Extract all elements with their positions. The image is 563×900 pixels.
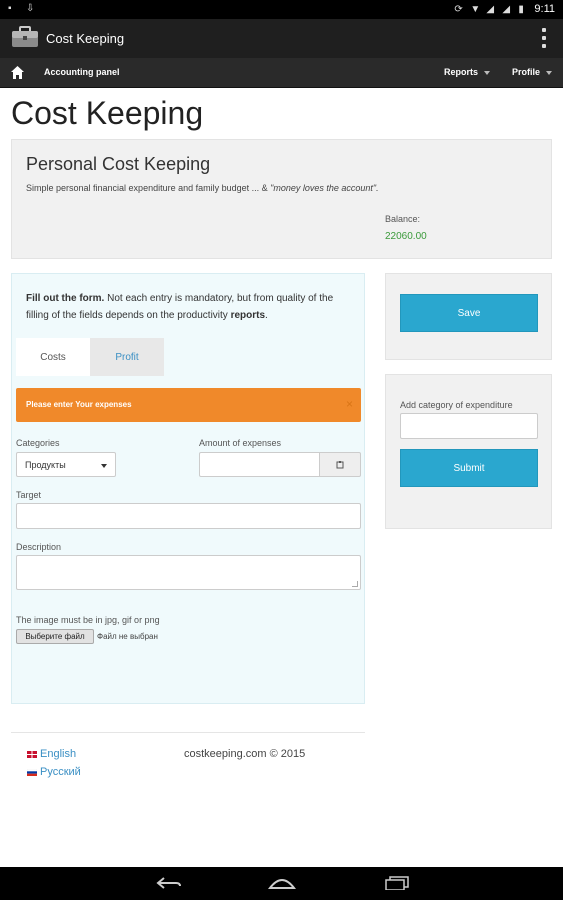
signal-icon: ◢ xyxy=(486,3,495,15)
chevron-down-icon xyxy=(484,70,491,75)
expense-form-panel: Fill out the form. Not each entry is man… xyxy=(11,273,365,704)
jumbotron-subtitle: Simple personal financial expenditure an… xyxy=(26,183,379,193)
russia-flag-icon xyxy=(27,768,37,776)
recents-icon[interactable] xyxy=(384,876,410,890)
nav-profile-dropdown[interactable]: Profile xyxy=(512,67,553,77)
nav-reports-dropdown[interactable]: Reports xyxy=(444,67,491,77)
save-panel: Save xyxy=(385,273,552,360)
intro-end: . xyxy=(265,310,268,321)
chevron-down-icon xyxy=(101,464,107,468)
back-icon[interactable] xyxy=(156,876,182,890)
signal-icon-2: ◢ xyxy=(502,3,511,15)
alert-banner: Please enter Your expenses × xyxy=(16,388,361,422)
clock: 9:11 xyxy=(534,3,555,15)
page-title: Cost Keeping xyxy=(11,95,204,131)
app-title: Cost Keeping xyxy=(46,31,125,46)
image-hint: The image must be in jpg, gif or png xyxy=(16,615,160,625)
intro-bold: Fill out the form. xyxy=(26,293,105,304)
alert-message: Please enter Your expenses xyxy=(26,400,132,409)
nav-reports-label: Reports xyxy=(444,67,479,77)
status-bar: ▪ ⇩ ⟳ ▼ ◢ ◢ ▮ 9:11 xyxy=(0,0,563,19)
tab-costs[interactable]: Costs xyxy=(16,338,90,376)
category-select[interactable]: Продукты xyxy=(16,452,116,477)
category-selected-value: Продукты xyxy=(25,460,66,470)
resize-handle-icon[interactable] xyxy=(352,581,358,587)
balance-value: 22060.00 xyxy=(385,231,427,242)
jumbotron-title: Personal Cost Keeping xyxy=(26,154,211,174)
nav-profile-label: Profile xyxy=(512,67,541,77)
submit-button[interactable]: Submit xyxy=(400,449,538,487)
briefcase-icon xyxy=(12,26,38,47)
language-russian[interactable]: Русский xyxy=(27,766,81,778)
choose-file-button[interactable]: Выберите файл xyxy=(16,629,94,644)
categories-label: Categories xyxy=(16,438,60,448)
language-english-label: English xyxy=(40,748,77,760)
footer-divider xyxy=(11,732,365,733)
save-button[interactable]: Save xyxy=(400,294,538,332)
file-status: Файл не выбран xyxy=(97,632,158,641)
system-nav-bar xyxy=(0,867,563,900)
amount-addon[interactable] xyxy=(319,452,361,477)
close-icon[interactable]: × xyxy=(346,397,353,411)
notification-icon: ▪ xyxy=(8,3,12,14)
description-label: Description xyxy=(16,542,62,552)
target-input[interactable] xyxy=(16,503,361,529)
language-english[interactable]: English xyxy=(27,748,76,760)
copyright: costkeeping.com © 2015 xyxy=(184,748,306,760)
refresh-icon xyxy=(336,460,344,468)
subtitle-text: Simple personal financial expenditure an… xyxy=(26,183,271,193)
amount-label: Amount of expenses xyxy=(199,438,282,448)
subtitle-quote: "money loves the account". xyxy=(270,183,379,193)
wifi-icon: ▼ xyxy=(470,3,481,15)
battery-icon: ▮ xyxy=(518,3,524,15)
home-button-icon[interactable] xyxy=(268,876,296,890)
amount-input[interactable] xyxy=(199,452,320,477)
tab-profit[interactable]: Profit xyxy=(90,338,164,376)
target-label: Target xyxy=(16,490,42,500)
home-icon[interactable] xyxy=(10,65,25,80)
balance-label: Balance: xyxy=(385,214,421,224)
language-russian-label: Русский xyxy=(40,766,81,778)
chevron-down-icon xyxy=(546,70,553,75)
form-tabs: Costs Profit xyxy=(16,338,164,376)
sync-icon: ⟳ xyxy=(454,3,463,15)
nav-accounting-panel[interactable]: Accounting panel xyxy=(44,67,120,77)
category-name-input[interactable] xyxy=(400,413,538,439)
form-intro: Fill out the form. Not each entry is man… xyxy=(26,290,356,324)
add-category-label: Add category of expenditure xyxy=(400,400,513,410)
description-textarea[interactable] xyxy=(16,555,361,590)
navbar: Accounting panel Reports Profile xyxy=(0,58,563,88)
action-bar: Cost Keeping xyxy=(0,19,563,58)
download-icon: ⇩ xyxy=(26,3,35,14)
add-category-panel: Add category of expenditure Submit xyxy=(385,374,552,529)
uk-flag-icon xyxy=(27,750,37,758)
overflow-menu-icon[interactable] xyxy=(541,28,547,48)
intro-jumbotron: Personal Cost Keeping Simple personal fi… xyxy=(11,139,552,259)
intro-reports: reports xyxy=(230,310,266,321)
